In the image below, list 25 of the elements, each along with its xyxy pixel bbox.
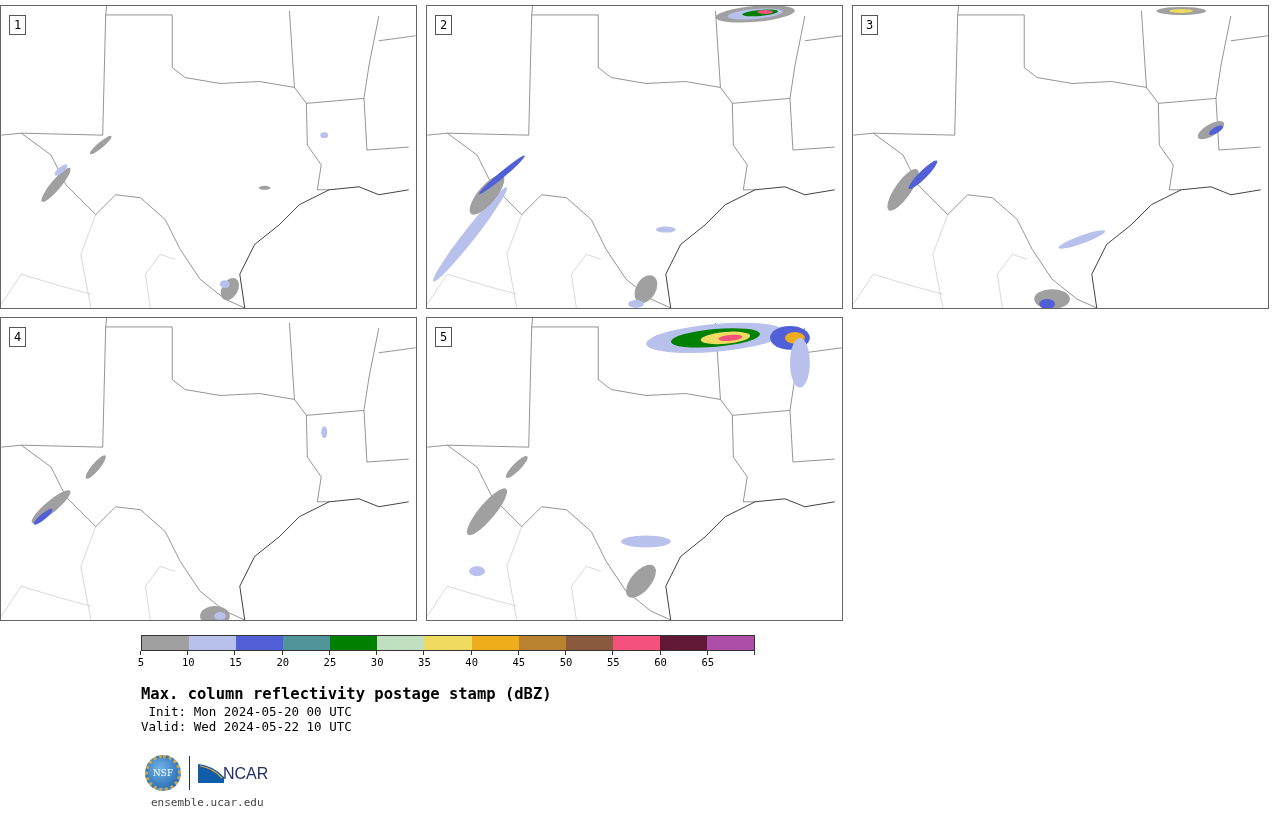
panel-number: 2 <box>435 15 453 35</box>
swoosh-icon <box>198 763 224 783</box>
nsf-logo: NSF <box>145 755 181 791</box>
tick-label: 5 <box>137 656 145 668</box>
tick-label: 30 <box>370 656 384 668</box>
panel-number: 3 <box>861 15 879 35</box>
tick-label: 40 <box>465 656 478 668</box>
tick-label: 50 <box>559 656 573 668</box>
tick-label: 45 <box>512 656 526 668</box>
chart-title: Max. column reflectivity postage stamp (dBZ) <box>141 685 553 704</box>
panel-number: 4 <box>9 327 27 347</box>
website-url: ensemble.ucar.edu <box>151 796 265 809</box>
tick-label: 25 <box>323 656 337 668</box>
tick-label: 20 <box>276 656 290 668</box>
valid-time: Valid: Wed 2024-05-22 10 UTC <box>141 719 353 734</box>
init-time: Init: Mon 2024-05-20 00 UTC <box>147 704 353 719</box>
tick-label: 10 <box>181 656 195 668</box>
tick-label: 15 <box>229 656 242 668</box>
ncar-logo: NCAR <box>223 765 269 783</box>
tick-label: 35 <box>418 656 431 668</box>
panel-number: 5 <box>435 327 453 347</box>
tick-label: 65 <box>701 656 715 668</box>
tick-label: 55 <box>607 656 620 668</box>
tick-label: 60 <box>654 656 667 668</box>
panel-number: 1 <box>9 15 27 35</box>
